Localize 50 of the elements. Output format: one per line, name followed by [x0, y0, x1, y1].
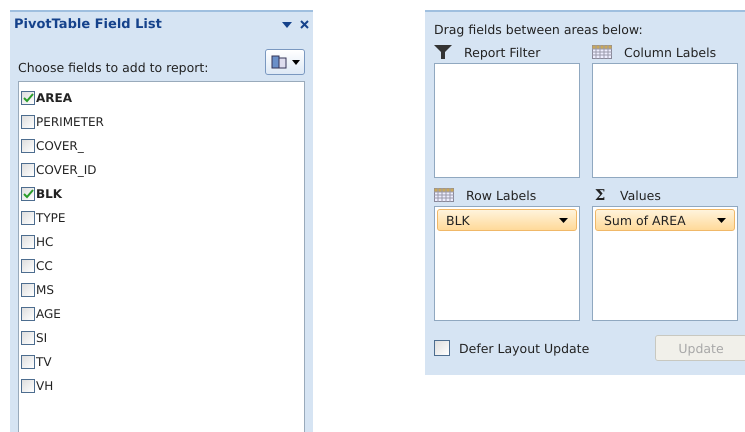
checkbox[interactable] — [21, 379, 35, 393]
field-label[interactable]: COVER_ID — [36, 163, 97, 177]
checkbox[interactable] — [21, 115, 35, 129]
checkbox[interactable] — [21, 331, 35, 345]
area-label: Column Labels — [624, 44, 716, 60]
drop-area[interactable]: Sum of AREA — [592, 206, 738, 321]
layout-icon — [270, 54, 286, 70]
drop-area[interactable]: BLK — [434, 206, 580, 321]
area-label: Row Labels — [466, 188, 536, 202]
checkbox[interactable] — [21, 91, 35, 105]
field-label[interactable]: TV — [36, 355, 52, 369]
field-label[interactable]: MS — [36, 283, 54, 297]
table-grid-icon — [434, 188, 454, 202]
field-label[interactable]: VH — [36, 379, 54, 393]
instruction-text: Drag fields between areas below: — [434, 22, 644, 37]
field-label[interactable]: AREA — [36, 91, 72, 105]
field-label[interactable]: AGE — [36, 307, 61, 321]
area-label: Report Filter — [464, 44, 540, 60]
checkbox[interactable] — [21, 259, 35, 273]
checkbox[interactable] — [21, 283, 35, 297]
checkbox[interactable] — [434, 340, 450, 356]
layout-button[interactable] — [265, 49, 305, 75]
field-pill[interactable]: BLK — [437, 209, 577, 231]
field-label[interactable]: PERIMETER — [36, 115, 104, 129]
checkbox[interactable] — [21, 163, 35, 177]
field-label[interactable]: CC — [36, 259, 53, 273]
caret-icon — [292, 60, 300, 64]
checkbox[interactable] — [21, 139, 35, 153]
close-icon[interactable] — [300, 20, 309, 29]
checkbox[interactable] — [21, 211, 35, 225]
instruction-text: Choose fields to add to report: — [18, 60, 209, 75]
checkbox[interactable] — [21, 307, 35, 321]
dropdown-arrow-icon[interactable] — [282, 22, 292, 28]
panel-title: PivotTable Field List — [14, 17, 162, 32]
filter-icon — [434, 45, 452, 59]
checkbox[interactable] — [21, 235, 35, 249]
caret-icon — [717, 218, 726, 222]
checkbox-label: Defer Layout Update — [459, 340, 590, 356]
caret-icon — [559, 218, 568, 222]
sigma-icon: Σ — [592, 186, 608, 204]
area-label: Values — [620, 188, 661, 202]
field-label[interactable]: HC — [36, 235, 54, 249]
field-pill[interactable]: Sum of AREA — [595, 209, 735, 231]
field-label[interactable]: TYPE — [36, 211, 66, 225]
checkbox[interactable] — [21, 355, 35, 369]
field-label[interactable]: BLK — [36, 187, 62, 201]
table-grid-icon — [592, 45, 612, 59]
field-label[interactable]: SI — [36, 331, 48, 345]
field-label[interactable]: COVER_ — [36, 139, 84, 153]
checkbox[interactable] — [21, 187, 35, 201]
